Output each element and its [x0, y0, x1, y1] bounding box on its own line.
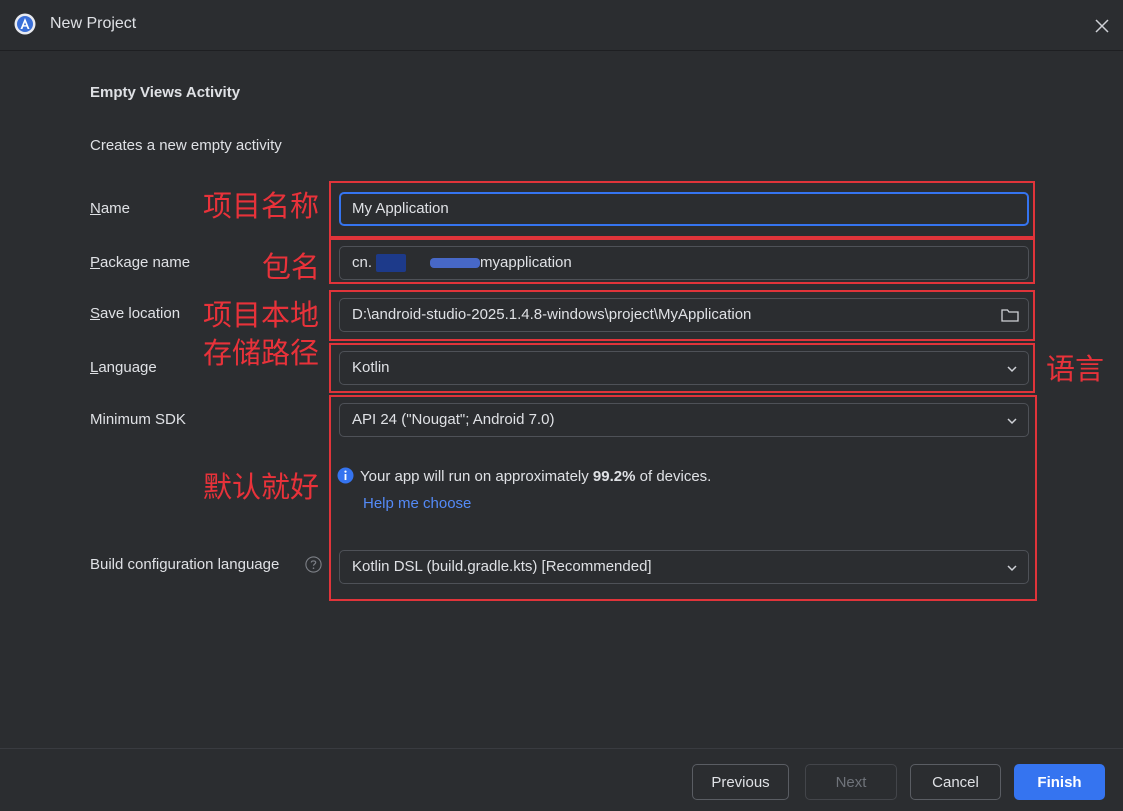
- package-label-mnemonic: P: [90, 254, 101, 271]
- save-location-label: Save location: [90, 305, 180, 322]
- finish-button[interactable]: Finish: [1014, 764, 1105, 800]
- save-label-mnemonic: S: [90, 305, 101, 322]
- annotation-defaults: 默认就好: [203, 470, 320, 504]
- annotation-box-location: [329, 290, 1035, 341]
- close-icon: [1095, 19, 1109, 33]
- title-bar: New Project: [0, 0, 1123, 51]
- annotation-location-line1: 项目本地: [203, 298, 320, 332]
- annotation-box-name: [329, 181, 1035, 238]
- annotation-box-package: [329, 238, 1035, 284]
- android-studio-icon: [14, 13, 36, 35]
- window-title: New Project: [50, 15, 137, 32]
- template-description: Creates a new empty activity: [90, 137, 282, 154]
- save-label-rest: ave location: [100, 305, 181, 322]
- build-config-label: Build configuration language: [90, 556, 280, 573]
- annotation-name: 项目名称: [203, 189, 320, 223]
- package-label-rest: ackage name: [100, 254, 191, 271]
- name-label: Name: [90, 200, 130, 217]
- cancel-button[interactable]: Cancel: [910, 764, 1001, 800]
- name-label-rest: ame: [100, 200, 131, 217]
- annotation-box-defaults: [329, 395, 1037, 601]
- question-icon[interactable]: [305, 556, 322, 573]
- language-label-rest: anguage: [98, 359, 157, 376]
- annotation-language: 语言: [1046, 352, 1105, 386]
- next-button[interactable]: Next: [805, 764, 897, 800]
- annotation-package: 包名: [262, 250, 321, 284]
- template-heading: Empty Views Activity: [90, 84, 241, 101]
- package-name-label: Package name: [90, 254, 190, 271]
- name-label-mnemonic: N: [90, 200, 101, 217]
- annotation-box-language: [329, 343, 1035, 393]
- annotation-location-line2: 存储路径: [203, 336, 320, 370]
- footer-divider: [0, 748, 1123, 749]
- language-label: Language: [90, 359, 157, 376]
- minimum-sdk-label: Minimum SDK: [90, 411, 186, 428]
- close-button[interactable]: [1090, 14, 1114, 38]
- previous-button[interactable]: Previous: [692, 764, 789, 800]
